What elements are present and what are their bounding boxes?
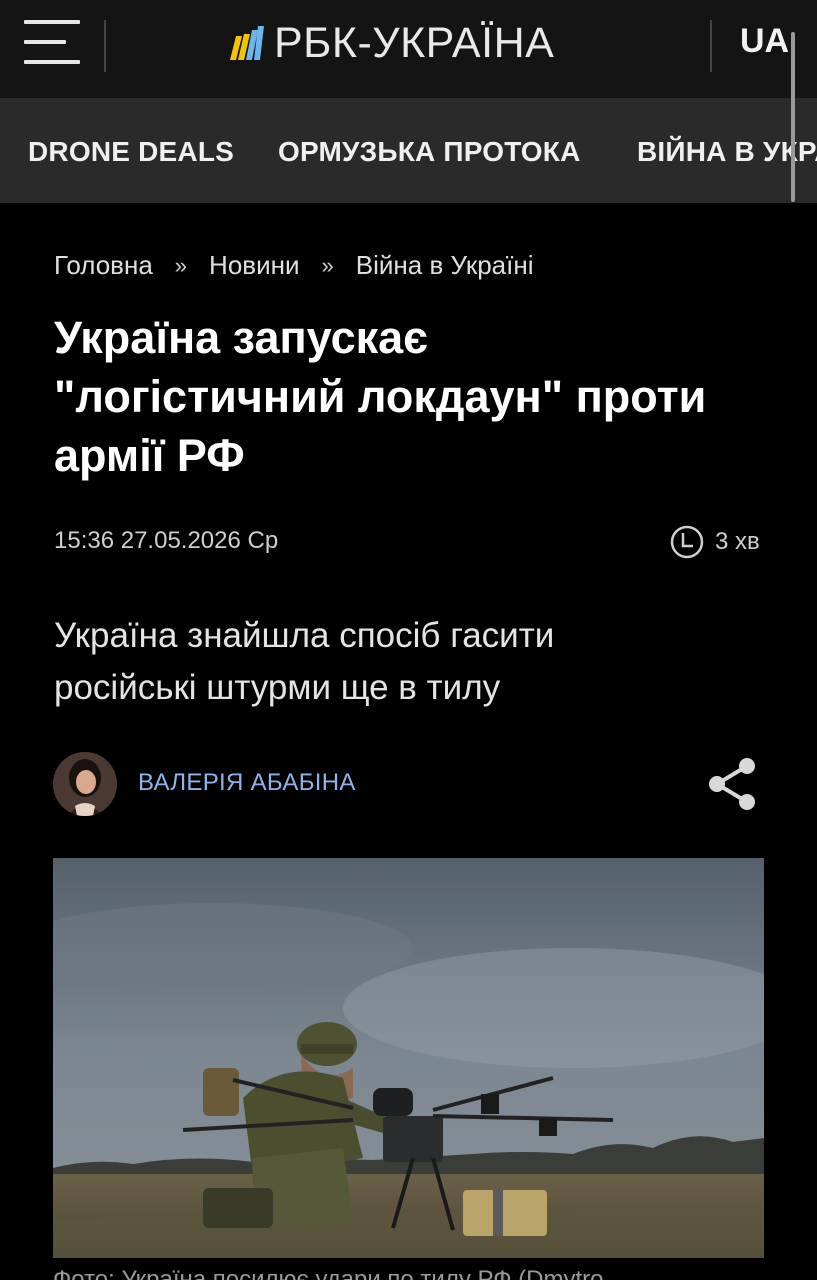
photo-caption: Фото: Україна посилює удари по тилу РФ (… [53,1266,604,1280]
nav-item-hormuz[interactable]: ОРМУЗЬКА ПРОТОКА [278,136,581,168]
breadcrumb-home[interactable]: Головна [54,250,153,281]
article-lead: Україна знайшла спосіб гасити російські … [54,610,774,714]
author-avatar[interactable] [53,752,117,816]
scrollbar[interactable] [791,32,795,202]
share-icon[interactable] [703,755,761,813]
header-divider [710,20,712,72]
title-line: "логістичний локдаун" проти [54,371,707,422]
lead-line: Україна знайшла спосіб гасити [54,616,555,655]
breadcrumb-separator: » [174,252,188,278]
breadcrumb-separator: » [321,252,334,278]
article-photo[interactable] [53,858,764,1258]
lead-line: російські штурми ще в тилу [54,668,501,707]
avatar-image [53,752,117,816]
breadcrumb-news[interactable]: Новини [209,250,299,281]
header-divider [104,20,106,72]
read-time-label: 3 хв [715,528,760,555]
clock-icon [670,525,704,559]
breadcrumb-war[interactable]: Війна в Україні [356,250,534,281]
logo-mark-icon [230,26,264,60]
title-line: армії РФ [54,430,245,481]
title-line: Україна запускає [54,312,428,363]
author-name[interactable]: ВАЛЕРІЯ АБАБІНА [138,769,356,797]
breadcrumb: Головна » Новини » Війна в Україні [54,250,534,281]
nav-item-drone-deals[interactable]: DRONE DEALS [28,136,234,168]
logo-text: РБК-УКРАЇНА [274,18,555,67]
menu-icon[interactable] [24,18,82,66]
site-logo[interactable]: РБК-УКРАЇНА [228,18,554,68]
language-switch[interactable]: UA [740,22,789,61]
site-header: РБК-УКРАЇНА UA [0,0,817,98]
nav-item-war[interactable]: ВІЙНА В УКРАЇНІ [637,136,817,168]
publish-date: 15:36 27.05.2026 Ср [54,527,279,554]
article-title: Україна запускає "логістичний локдаун" п… [54,308,774,485]
read-time: 3 хв [669,524,760,560]
topic-nav: DRONE DEALS ОРМУЗЬКА ПРОТОКА ВІЙНА В УКР… [0,98,817,203]
